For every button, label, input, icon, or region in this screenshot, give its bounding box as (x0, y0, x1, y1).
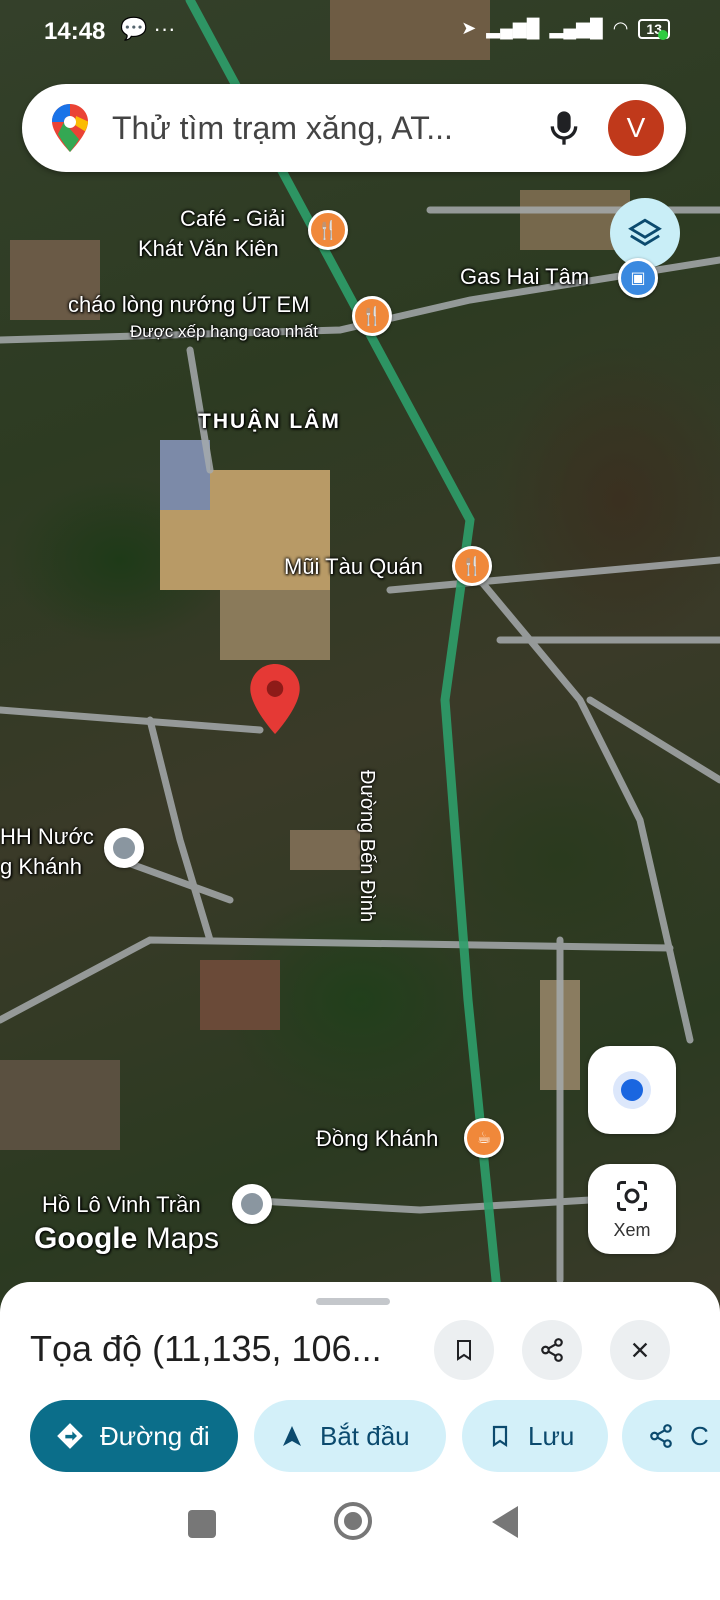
place-pin[interactable] (104, 828, 144, 868)
close-icon (632, 1342, 648, 1358)
place-label[interactable]: Mũi Tàu Quán (284, 554, 423, 580)
dropped-pin-icon[interactable] (250, 664, 300, 734)
status-notification-icons: 💬 ··· (120, 16, 176, 41)
restaurant-pin[interactable]: 🍴 (308, 210, 348, 250)
share-chip-button[interactable]: C (622, 1400, 720, 1472)
signal-icon: ▂▄▆█ (549, 18, 603, 38)
search-input[interactable] (112, 106, 522, 150)
directions-label: Đường đi (100, 1420, 210, 1451)
recents-button[interactable] (188, 1510, 216, 1538)
bookmark-icon (457, 1340, 471, 1361)
share-button[interactable] (522, 1320, 582, 1380)
place-label[interactable]: Đồng Khánh (316, 1126, 438, 1152)
my-location-button[interactable] (588, 1046, 676, 1134)
signal-icon: ▂▄▆█ (486, 18, 540, 38)
cafe-pin[interactable]: ☕ (464, 1118, 504, 1158)
directions-icon (57, 1423, 83, 1449)
start-button[interactable]: Bắt đầu (254, 1400, 446, 1472)
home-button[interactable] (334, 1502, 372, 1540)
status-bar: 14:48 💬 ··· ➤ ▂▄▆█ ▂▄▆█ ◠ 13 (0, 14, 720, 50)
search-bar[interactable]: V (22, 84, 686, 172)
place-label[interactable]: Gas Hai Tâm (460, 264, 589, 290)
save-label: Lưu (528, 1420, 575, 1451)
navigation-arrow-icon (283, 1426, 301, 1446)
logo-google-text: Google (34, 1222, 138, 1255)
logo-maps-text: Maps (145, 1222, 220, 1255)
back-button[interactable] (492, 1506, 518, 1538)
save-chip-button[interactable]: Lưu (462, 1400, 608, 1472)
share-label: C (690, 1420, 709, 1451)
system-nav-bar (0, 1480, 720, 1600)
place-label[interactable]: Hồ Lô Vinh Trần (42, 1192, 201, 1218)
map-view[interactable]: 14:48 💬 ··· ➤ ▂▄▆█ ▂▄▆█ ◠ 13 V (0, 0, 720, 1320)
place-label[interactable]: HH Nước (0, 824, 94, 850)
place-label[interactable]: Khát Văn Kiên (138, 236, 279, 262)
restaurant-pin[interactable]: 🍴 (352, 296, 392, 336)
layers-icon (628, 218, 662, 246)
start-label: Bắt đầu (320, 1420, 410, 1451)
status-right-icons: ➤ ▂▄▆█ ▂▄▆█ ◠ 13 (461, 18, 670, 39)
place-pin[interactable] (232, 1184, 272, 1224)
location-arrow-icon: ➤ (461, 18, 477, 38)
coffee-cup-icon: ☕ (476, 1130, 492, 1147)
camera-lens-icon (617, 1181, 647, 1211)
share-icon (650, 1424, 672, 1448)
coordinates-title: Tọa độ (11,135, 106... (30, 1328, 382, 1369)
drag-handle[interactable] (316, 1298, 390, 1305)
road-label: Đường Bến Đình (356, 770, 378, 923)
shop-pin[interactable]: ▣ (618, 258, 658, 298)
place-label[interactable]: g Khánh (0, 854, 82, 880)
fork-knife-icon: 🍴 (316, 219, 340, 240)
privacy-indicator-icon (658, 30, 668, 40)
bookmark-icon (492, 1425, 508, 1448)
shopping-bag-icon: ▣ (630, 270, 646, 287)
area-label: THUẬN LÂM (198, 410, 341, 433)
fork-knife-icon: 🍴 (360, 305, 384, 326)
layers-button[interactable] (610, 198, 680, 268)
directions-button[interactable]: Đường đi (30, 1400, 238, 1472)
lens-button[interactable]: Xem (588, 1164, 676, 1254)
place-label[interactable]: Café - Giải (180, 206, 285, 232)
save-button[interactable] (434, 1320, 494, 1380)
close-button[interactable] (610, 1320, 670, 1380)
place-subtitle: Được xếp hạng cao nhất (130, 322, 318, 341)
wifi-icon: ◠ (612, 18, 629, 38)
share-icon (541, 1338, 563, 1362)
mic-icon[interactable] (544, 108, 584, 148)
avatar[interactable]: V (608, 100, 664, 156)
restaurant-pin[interactable]: 🍴 (452, 546, 492, 586)
action-chips: Đường đi Bắt đầu Lưu C (30, 1400, 720, 1472)
lens-label: Xem (613, 1220, 651, 1240)
place-label[interactable]: cháo lòng nướng ÚT EM (68, 292, 310, 318)
my-location-icon (621, 1079, 643, 1101)
fork-knife-icon: 🍴 (460, 555, 484, 576)
google-maps-pin-icon (52, 104, 88, 152)
status-time: 14:48 (44, 18, 106, 45)
google-maps-logo: Google Maps (34, 1222, 219, 1256)
